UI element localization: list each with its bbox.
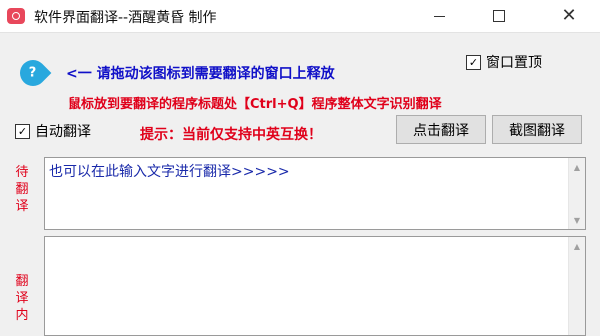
result-scrollbar[interactable]: ▲	[568, 237, 585, 335]
source-label-char: 待	[15, 165, 29, 180]
window-title: 软件界面翻译--酒醒黄昏 制作	[34, 10, 217, 26]
screenshot-translate-button[interactable]: 截图翻译	[492, 115, 582, 144]
close-icon: ✕	[561, 5, 577, 26]
auto-translate-label: 自动翻译	[35, 124, 91, 140]
drag-hint: <一 请拖动该图标到需要翻译的窗口上释放	[66, 66, 335, 82]
support-hint: 提示：当前仅支持中英互换！	[140, 127, 322, 143]
maximize-button[interactable]	[476, 0, 522, 32]
topmost-checkbox[interactable]: ✓ 窗口置顶	[466, 52, 542, 72]
source-scrollbar[interactable]: ▲ ▼	[568, 158, 585, 229]
auto-translate-checkbox[interactable]: ✓ 自动翻译	[15, 121, 91, 141]
source-label-char: 译	[15, 199, 29, 214]
scroll-up-icon[interactable]: ▲	[569, 159, 585, 175]
drag-target-icon[interactable]: ?	[14, 54, 52, 92]
result-label-char: 译	[15, 291, 29, 306]
source-label: 待 翻 译	[13, 164, 31, 215]
minimize-button[interactable]	[416, 0, 462, 32]
minimize-icon	[433, 15, 445, 17]
result-label-char: 翻	[15, 274, 29, 289]
scroll-up-icon[interactable]: ▲	[569, 238, 585, 254]
source-text: 也可以在此输入文字进行翻译>>>>>	[49, 164, 290, 180]
auto-translate-check-icon: ✓	[15, 123, 30, 139]
source-text-input[interactable]: 也可以在此输入文字进行翻译>>>>> ▲ ▼	[44, 157, 586, 230]
result-label: 翻 译 内	[13, 273, 31, 324]
shortcut-hint: 鼠标放到要翻译的程序标题处【Ctrl+Q】程序整体文字识别翻译	[68, 97, 442, 112]
maximize-icon	[493, 10, 505, 22]
scroll-down-icon[interactable]: ▼	[569, 212, 585, 228]
result-text-output[interactable]: ▲	[44, 236, 586, 336]
title-bar: 软件界面翻译--酒醒黄昏 制作 ✕	[0, 0, 600, 33]
topmost-label: 窗口置顶	[486, 55, 542, 71]
click-translate-button[interactable]: 点击翻译	[396, 115, 486, 144]
close-button[interactable]: ✕	[546, 0, 592, 32]
drag-icon-glyph: ?	[29, 65, 37, 81]
result-label-char: 内	[15, 308, 29, 323]
app-icon	[7, 8, 25, 24]
topmost-check-icon: ✓	[466, 54, 481, 70]
source-label-char: 翻	[15, 182, 29, 197]
